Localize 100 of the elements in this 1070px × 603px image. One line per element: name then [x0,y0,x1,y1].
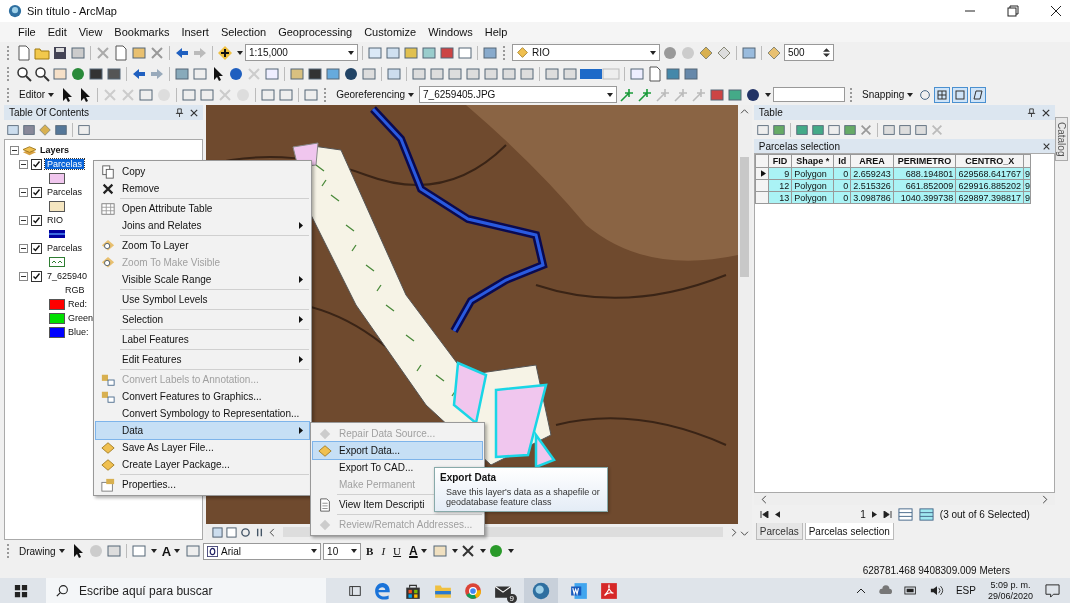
expander-icon[interactable] [19,215,28,225]
cloud-icon[interactable] [877,585,892,596]
spin-arrows-icon[interactable] [823,47,830,58]
next-record-icon[interactable] [871,510,877,518]
menu-item[interactable]: Label Features [96,331,309,348]
show-selected-records-icon[interactable] [918,506,934,522]
bold-button[interactable]: B [363,542,377,560]
layer-name[interactable]: Parcelas [45,187,84,197]
close-icon[interactable] [189,108,198,117]
info-icon[interactable] [228,65,244,82]
scroll-left-icon[interactable] [759,494,768,504]
battery-icon[interactable] [903,586,918,595]
layer-group-label[interactable]: Layers [40,145,70,155]
task-view-icon[interactable] [348,583,362,598]
globe-icon[interactable] [70,65,86,82]
color-swatch-dropdown-icon[interactable] [580,66,620,81]
globe-app-icon[interactable] [524,577,558,603]
pin-icon[interactable] [174,108,184,117]
menu-item[interactable]: Create Layer Package... [96,456,309,473]
checkbox[interactable] [31,242,42,254]
record-number-field[interactable]: 1 [785,508,866,520]
menu-item[interactable]: Properties... [96,476,309,493]
column-header[interactable]: AREA [850,154,894,168]
menu-item[interactable]: Convert Features to Graphics... [96,388,309,405]
menu-item[interactable]: Customize [358,26,423,38]
add-control-point-icon[interactable] [637,86,654,103]
first-record-icon[interactable] [759,510,769,518]
table-tab[interactable]: Parcelas selection [804,523,894,540]
rectangle-icon[interactable] [130,543,147,559]
menu-item[interactable]: Geoprocessing [272,26,359,38]
word-document-icon[interactable] [570,581,588,600]
editor-menu-button[interactable]: Editor [16,85,58,104]
save-icon[interactable] [52,44,68,61]
windows-start-icon[interactable] [14,583,28,598]
layer-name[interactable]: RIO [45,215,65,225]
edge-browser-icon[interactable] [374,581,392,600]
menu-item[interactable]: Visible Scale Range [96,271,309,288]
tolerance-spinner[interactable]: 500 [784,44,834,61]
close-icon[interactable] [1042,108,1051,117]
expander-icon[interactable] [19,187,28,197]
menu-item[interactable]: Selection [214,26,273,38]
layer-name[interactable]: 7_625940 [45,271,90,281]
menu-item[interactable]: Zoom To Layer [96,237,309,254]
checkbox[interactable] [31,158,42,170]
end-snapping-icon[interactable] [970,86,987,103]
checkbox[interactable] [31,186,42,198]
georeference-layer-dropdown[interactable]: 7_6259405.JPG [419,86,618,103]
column-header[interactable]: Shape * [791,154,834,168]
language-indicator[interactable]: ESP [955,585,976,596]
copy-icon[interactable] [113,44,129,61]
scroll-up-icon[interactable] [740,108,750,115]
menu-item[interactable]: Help [478,26,514,38]
chevron-up-icon[interactable] [855,587,866,594]
close-icon[interactable] [1050,5,1062,17]
delete-icon[interactable] [149,44,165,61]
scroll-thumb[interactable] [740,157,750,277]
italic-button[interactable]: I [378,542,389,560]
speaker-icon[interactable] [929,585,944,596]
page-icon[interactable] [647,65,663,82]
clock-time[interactable]: 5:09 p. m. [990,579,1031,591]
menu-item[interactable]: Data [96,422,309,439]
column-header[interactable]: CENTRO_X [955,154,1024,168]
menu-item[interactable]: Insert [175,26,215,38]
zoom-in-icon[interactable] [16,65,32,82]
column-header[interactable]: FID [768,154,792,168]
table-tab[interactable]: Parcelas [755,523,803,540]
checkbox[interactable] [31,270,42,282]
new-text-button[interactable]: A [158,542,184,560]
menu-item[interactable]: View [72,26,109,38]
show-all-records-icon[interactable] [897,506,913,522]
expander-icon[interactable] [19,159,28,169]
previous-record-icon[interactable] [774,510,780,518]
menu-item[interactable]: Convert Symbology to Representation... [96,405,309,422]
scroll-right-icon[interactable] [1041,494,1050,504]
drawing-menu-button[interactable]: Drawing [16,542,68,560]
notifications-icon[interactable] [1045,583,1060,598]
font-color-button[interactable]: A [406,542,430,560]
menu-item[interactable]: Save As Layer File... [96,439,309,456]
add-control-point-icon[interactable] [619,86,636,103]
expander-icon[interactable] [10,145,19,155]
menu-item[interactable]: Open Attribute Table [96,200,309,217]
point-snapping-icon[interactable] [918,87,933,102]
close-icon[interactable] [1043,142,1051,150]
font-size-dropdown[interactable]: 10 [323,542,362,560]
underline-button[interactable]: U [390,542,405,560]
target-layer-dropdown[interactable]: RIO [512,44,660,61]
menu-item[interactable]: File [12,26,42,38]
scale-dropdown[interactable]: 1:15,000 [245,44,358,61]
font-dropdown[interactable]: Arial [203,542,322,560]
menu-item[interactable]: Joins and Relates [96,217,309,234]
layer-name[interactable]: Parcelas [45,159,84,169]
column-header[interactable]: PERIMETRO [893,154,956,168]
rotation-field[interactable] [773,87,846,102]
restore-icon[interactable] [1007,5,1019,17]
menu-item[interactable]: Windows [422,26,479,38]
menu-item[interactable]: Edit Features [96,351,309,368]
menu-item[interactable]: Export Data... [313,442,482,459]
chrome-browser-icon[interactable] [464,581,482,600]
last-record-icon[interactable] [882,510,892,518]
menu-item[interactable]: Use Symbol Levels [96,291,309,308]
